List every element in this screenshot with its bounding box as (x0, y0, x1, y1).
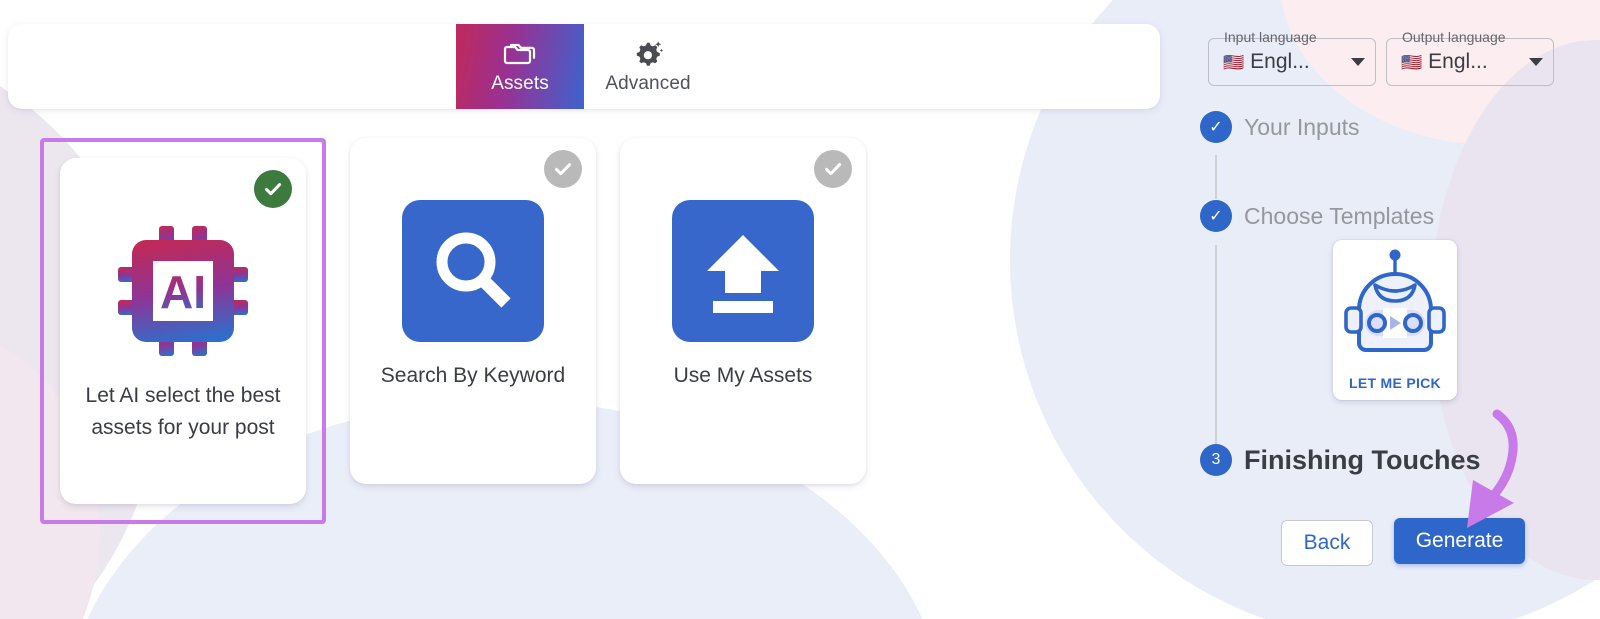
card-use-my-assets[interactable]: Use My Assets (620, 138, 866, 484)
stepper-item-your-inputs[interactable]: ✓ Your Inputs (1200, 111, 1360, 143)
selected-template-card[interactable]: LET ME PICK (1333, 240, 1457, 400)
stepper-item-choose-templates[interactable]: ✓ Choose Templates (1200, 200, 1434, 232)
output-language-select[interactable]: Output language 🇺🇸 Engl... (1386, 29, 1554, 86)
folders-icon (503, 39, 537, 69)
template-card-label: LET ME PICK (1349, 375, 1441, 391)
us-flag-icon: 🇺🇸 (1223, 52, 1245, 72)
stepper-label-finishing-touches: Finishing Touches (1244, 444, 1481, 475)
output-language-value: Engl... (1428, 50, 1488, 73)
step-badge-current-3: 3 (1200, 444, 1232, 476)
card-label-use-my-assets: Use My Assets (673, 364, 813, 387)
back-button[interactable]: Back (1281, 520, 1373, 566)
card-label-let-ai-select: Let AI select the best assets for your p… (85, 384, 281, 439)
ai-chip-icon: AI (112, 220, 254, 362)
magnifier-icon (402, 200, 544, 342)
tab-assets-label: Assets (491, 72, 549, 94)
input-language-label: Input language (1224, 29, 1317, 45)
input-language-select[interactable]: Input language 🇺🇸 Engl... (1208, 29, 1376, 86)
stepper-connector-2 (1215, 245, 1217, 445)
us-flag-icon-2: 🇺🇸 (1401, 52, 1423, 72)
card-search-by-keyword[interactable]: Search By Keyword (350, 138, 596, 484)
card-check-badge-unselected[interactable] (544, 150, 582, 188)
stepper-connector-1 (1215, 155, 1217, 199)
tab-bar: Assets Advanced (8, 24, 1160, 109)
output-language-label: Output language (1402, 29, 1506, 45)
card-label-search-by-keyword: Search By Keyword (380, 364, 566, 387)
svg-text:AI: AI (160, 266, 206, 318)
tab-advanced[interactable]: Advanced (584, 24, 712, 109)
card-check-badge-unselected-2[interactable] (814, 150, 852, 188)
upload-icon (672, 200, 814, 342)
gear-sparkle-icon (632, 39, 664, 69)
card-check-badge-selected[interactable] (254, 170, 292, 208)
step-badge-complete-1: ✓ (1200, 111, 1232, 143)
stepper-label-your-inputs: Your Inputs (1244, 113, 1360, 140)
upload-icon-tile (672, 200, 814, 342)
step-badge-complete-2: ✓ (1200, 200, 1232, 232)
stepper-label-choose-templates: Choose Templates (1244, 202, 1435, 229)
app-screen: Assets Advanced AI Let AI select the bes… (0, 0, 1600, 619)
tab-assets[interactable]: Assets (456, 24, 584, 109)
chevron-down-icon[interactable] (1351, 58, 1365, 66)
robot-icon (1339, 246, 1451, 373)
card-let-ai-select[interactable]: AI Let AI select the best assets for you… (60, 158, 306, 504)
tab-advanced-label: Advanced (605, 72, 691, 94)
card-wrap-search-by-keyword: Search By Keyword (350, 138, 596, 524)
main-content: Assets Advanced AI Let AI select the bes… (0, 0, 1170, 619)
asset-option-cards: AI Let AI select the best assets for you… (40, 138, 866, 524)
card-wrap-let-ai-select: AI Let AI select the best assets for you… (40, 138, 326, 524)
generate-button[interactable]: Generate (1394, 518, 1525, 564)
magnifier-icon-tile (402, 200, 544, 342)
sidebar-panel: Input language 🇺🇸 Engl... Output languag… (1170, 0, 1600, 619)
chevron-down-icon-2[interactable] (1529, 58, 1543, 66)
input-language-value: Engl... (1250, 50, 1310, 73)
card-wrap-use-my-assets: Use My Assets (620, 138, 866, 524)
stepper-item-finishing-touches[interactable]: 3 Finishing Touches (1200, 444, 1481, 476)
